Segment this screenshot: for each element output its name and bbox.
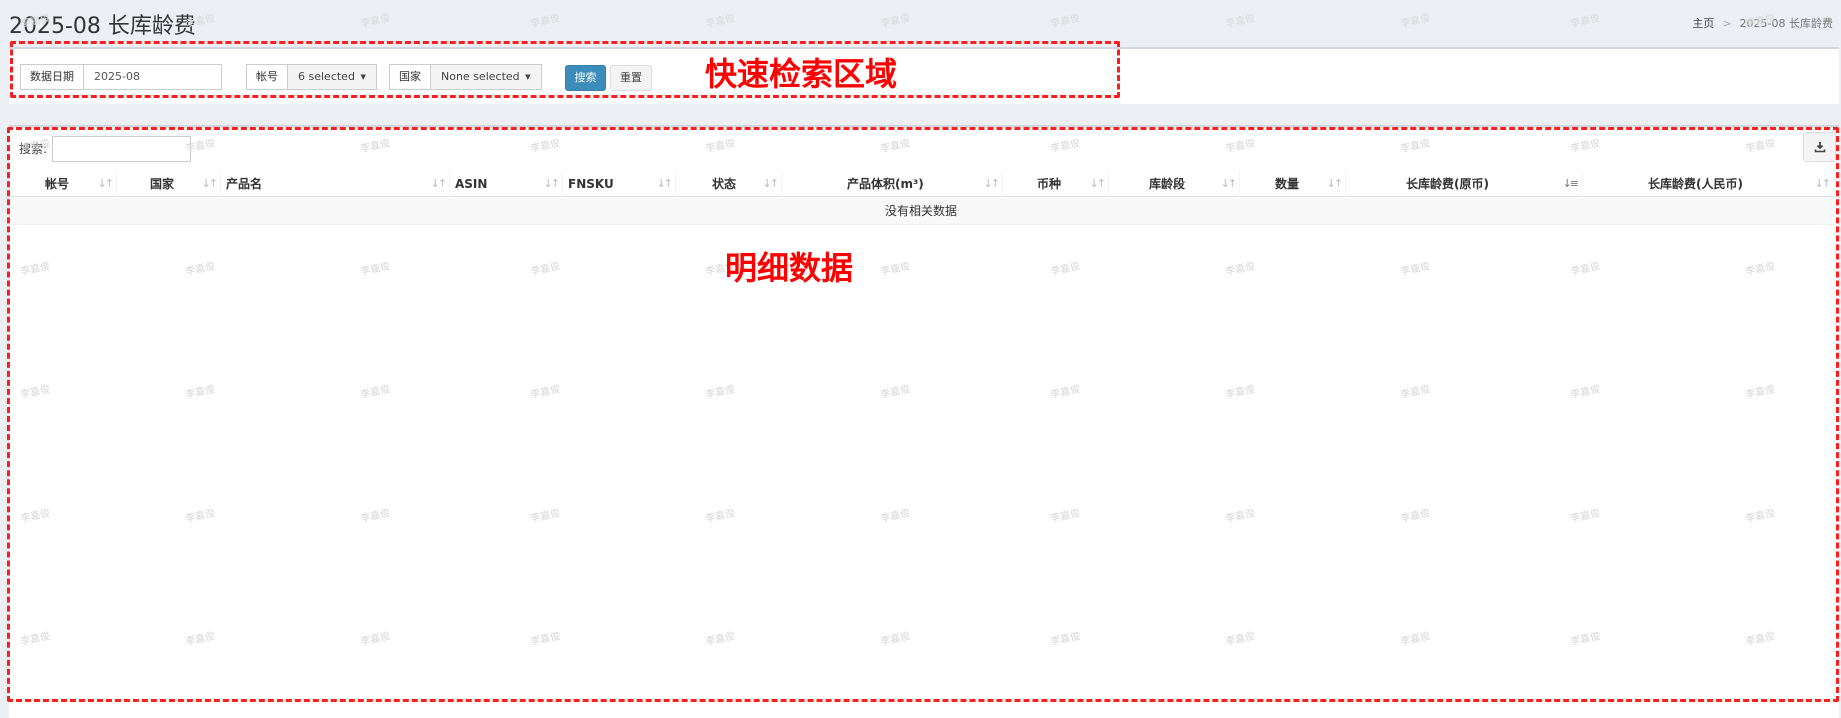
data-date-group: 数据日期 2025-08 xyxy=(20,64,222,90)
account-select-value: 6 selected xyxy=(298,70,355,83)
sort-icon: ↓↑ xyxy=(430,177,448,190)
column-header-label: 数量 xyxy=(1275,177,1300,191)
sort-icon: ↓↑ xyxy=(1814,177,1832,190)
column-header-label: 库龄段 xyxy=(1149,177,1186,191)
account-label: 帐号 xyxy=(246,64,288,90)
watermark-text: 李嘉俊 xyxy=(1569,12,1602,30)
sort-icon: ↓↑ xyxy=(983,177,1001,190)
column-header-label: 长库龄费(人民币) xyxy=(1648,177,1743,191)
table-area-annotation-label: 明细数据 xyxy=(725,249,854,287)
column-header-label: 长库龄费(原币) xyxy=(1406,177,1489,191)
sort-icon: ↓↑ xyxy=(543,177,561,190)
caret-down-icon: ▼ xyxy=(360,73,366,81)
column-header-fnsku[interactable]: FNSKU ↓↑ xyxy=(562,171,675,197)
country-select-value: None selected xyxy=(441,70,520,83)
table-header: 帐号 ↓↑ 国家 ↓↑ 产品名 ↓↑ ASIN ↓↑ FNSKU ↓↑ 状态 ↓… xyxy=(9,171,1833,197)
column-header-fee-original[interactable]: 长库龄费(原币) ↓≡ xyxy=(1345,171,1581,197)
country-group: 国家 None selected ▼ xyxy=(389,64,542,90)
watermark-text: 李嘉俊 xyxy=(704,12,737,30)
country-select[interactable]: None selected ▼ xyxy=(431,64,542,90)
sort-icon: ↓↑ xyxy=(97,177,115,190)
sort-icon: ↓↑ xyxy=(1089,177,1107,190)
watermark-text: 李嘉俊 xyxy=(529,12,562,30)
table-panel: 搜索: 帐号 ↓↑ 国家 ↓↑ 产品名 ↓↑ ASIN ↓↑ FNSKU ↓↑ … xyxy=(9,125,1839,718)
column-header-label: 国家 xyxy=(150,177,175,191)
table-search-input[interactable] xyxy=(52,136,191,162)
column-header-account[interactable]: 帐号 ↓↑ xyxy=(9,171,116,197)
watermark-text: 李嘉俊 xyxy=(359,12,392,30)
column-header-label: ASIN xyxy=(455,177,488,191)
search-button[interactable]: 搜索 xyxy=(565,65,606,91)
sort-icon: ↓↑ xyxy=(201,177,219,190)
breadcrumb-current: 2025-08 长库龄费 xyxy=(1739,17,1833,30)
sort-icon: ↓↑ xyxy=(1326,177,1344,190)
column-header-age-range[interactable]: 库龄段 ↓↑ xyxy=(1108,171,1239,197)
sort-icon: ↓↑ xyxy=(762,177,780,190)
sort-icon: ↓↑ xyxy=(656,177,674,190)
watermark-text: 李嘉俊 xyxy=(879,12,912,30)
column-header-label: 产品名 xyxy=(226,177,263,191)
column-header-currency[interactable]: 币种 ↓↑ xyxy=(1002,171,1108,197)
export-button[interactable] xyxy=(1803,132,1836,162)
filter-area-annotation-label: 快速检索区域 xyxy=(705,55,898,93)
table-search-label: 搜索: xyxy=(19,142,48,156)
caret-down-icon: ▼ xyxy=(525,73,531,81)
watermark-text: 李嘉俊 xyxy=(1049,12,1082,30)
breadcrumb-home[interactable]: 主页 xyxy=(1692,15,1714,31)
page-title: 2025-08 长库龄费 xyxy=(9,14,196,39)
breadcrumb-separator: > xyxy=(1722,16,1732,30)
data-date-label: 数据日期 xyxy=(20,64,84,90)
empty-table-message: 没有相关数据 xyxy=(9,198,1833,225)
watermark-text: 李嘉俊 xyxy=(1399,12,1432,30)
download-icon xyxy=(1814,142,1825,153)
column-header-fee-cny[interactable]: 长库龄费(人民币) ↓↑ xyxy=(1581,171,1833,197)
column-header-quantity[interactable]: 数量 ↓↑ xyxy=(1239,171,1345,197)
column-header-volume[interactable]: 产品体积(m³) ↓↑ xyxy=(781,171,1002,197)
column-header-asin[interactable]: ASIN ↓↑ xyxy=(449,171,562,197)
filter-panel: 数据日期 2025-08 帐号 6 selected ▼ 国家 None sel… xyxy=(9,47,1839,104)
account-select[interactable]: 6 selected ▼ xyxy=(288,64,377,90)
sort-icon: ↓↑ xyxy=(1220,177,1238,190)
data-date-input[interactable]: 2025-08 xyxy=(84,64,222,90)
column-header-label: 状态 xyxy=(712,177,737,191)
column-header-label: 帐号 xyxy=(45,177,70,191)
column-header-status[interactable]: 状态 ↓↑ xyxy=(675,171,781,197)
column-header-country[interactable]: 国家 ↓↑ xyxy=(116,171,220,197)
breadcrumb: 主页 > 2025-08 长库龄费 xyxy=(1692,15,1833,31)
column-header-label: 币种 xyxy=(1037,177,1062,191)
watermark-text: 李嘉俊 xyxy=(1224,12,1257,30)
account-group: 帐号 6 selected ▼ xyxy=(246,64,377,90)
column-header-label: FNSKU xyxy=(568,177,614,191)
reset-button[interactable]: 重置 xyxy=(610,65,652,91)
sort-desc-icon: ↓≡ xyxy=(1562,177,1580,190)
country-label: 国家 xyxy=(389,64,431,90)
column-header-label: 产品体积(m³) xyxy=(847,177,924,191)
column-header-product-name[interactable]: 产品名 ↓↑ xyxy=(220,171,449,197)
